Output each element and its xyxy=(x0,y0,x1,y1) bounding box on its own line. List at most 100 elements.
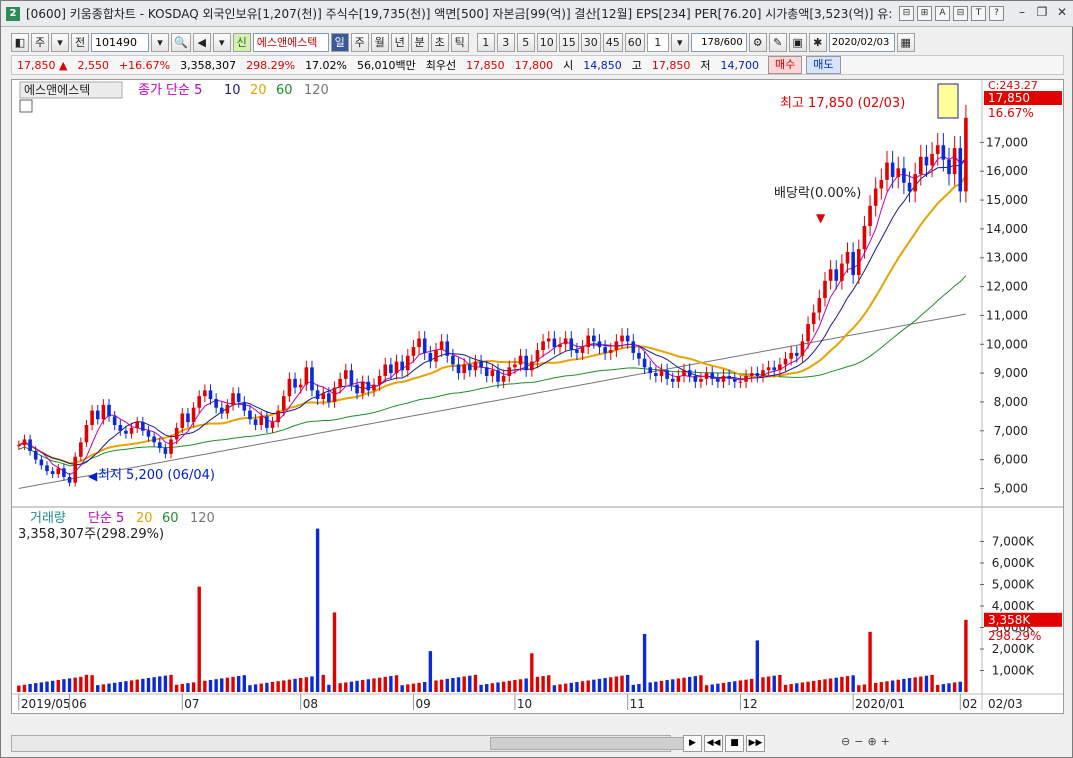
volume-bar xyxy=(366,679,371,692)
volume-bar xyxy=(547,675,551,692)
indicator-icon[interactable]: ⚙ xyxy=(748,32,767,52)
sell-button[interactable]: 매도 xyxy=(806,56,841,74)
volume-bar xyxy=(597,678,602,692)
period-year-tab[interactable]: 년 xyxy=(390,32,409,52)
volume-bar xyxy=(659,680,664,692)
interval-45[interactable]: 45 xyxy=(602,32,623,52)
settings-icon[interactable]: ✱ xyxy=(808,32,827,52)
candle-body xyxy=(896,168,901,177)
volume-bar xyxy=(225,677,230,692)
scroll-thumb[interactable] xyxy=(490,737,690,750)
period-day-tab[interactable]: 일 xyxy=(330,32,349,52)
volume-bar xyxy=(648,682,652,692)
interval-15[interactable]: 15 xyxy=(558,32,579,52)
volume-bar xyxy=(563,683,568,692)
volume-bar xyxy=(896,679,900,692)
volume-bar xyxy=(56,679,60,692)
panel-icon[interactable]: ⊟ xyxy=(953,6,968,21)
volume-bar xyxy=(327,684,331,692)
candle-body xyxy=(789,352,793,359)
volume-bar xyxy=(800,682,805,692)
buy-button[interactable]: 매수 xyxy=(768,56,803,74)
volume-bar xyxy=(468,675,472,692)
layout-icon[interactable]: ⊟ xyxy=(899,6,914,21)
price-tick-label: 6,000 xyxy=(994,453,1028,467)
close-button[interactable]: ✕ xyxy=(1054,5,1070,21)
current-box xyxy=(937,83,959,119)
play-icon[interactable]: ▶ xyxy=(683,735,702,752)
chart-canvas[interactable]: 17,000 16,000 15,000 14,000 13,000 12,000 11,0… xyxy=(12,79,1063,713)
date-input[interactable]: 2020/02/03 xyxy=(828,32,895,52)
period-second-tab[interactable]: 초 xyxy=(430,32,449,52)
interval-60[interactable]: 60 xyxy=(624,32,645,52)
volume-bar xyxy=(552,685,557,692)
volume-bar xyxy=(625,674,630,692)
volume-legend-item: 20 xyxy=(136,511,153,526)
draw-icon[interactable]: ✎ xyxy=(768,32,787,52)
price-change: 2,550 xyxy=(77,58,109,72)
prev-button[interactable]: 전 xyxy=(71,32,89,52)
zoom-in-icon[interactable]: ⊕ xyxy=(867,735,876,748)
candle-body xyxy=(682,370,686,376)
candle-body xyxy=(39,459,44,466)
calendar-icon[interactable]: ▦ xyxy=(896,32,915,52)
code-dropdown-icon[interactable]: ▾ xyxy=(151,32,169,52)
candle-body xyxy=(338,378,342,388)
search-icon[interactable]: 🔍 xyxy=(171,32,191,52)
ma-legend-item: 10 xyxy=(224,83,241,98)
interval-1[interactable]: 1 xyxy=(476,32,495,52)
candle-body xyxy=(620,335,624,342)
interval-10[interactable]: 10 xyxy=(536,32,557,52)
chart-scrollbar[interactable] xyxy=(11,735,690,752)
plus-icon[interactable]: + xyxy=(881,735,890,748)
forward-icon[interactable]: ▶▶ xyxy=(746,735,765,752)
interval-3[interactable]: 3 xyxy=(496,32,515,52)
volume-bar xyxy=(513,680,517,692)
minus-icon[interactable]: − xyxy=(854,735,863,748)
sound-icon[interactable]: ◀ xyxy=(192,32,211,52)
zoom-out-icon[interactable]: ⊖ xyxy=(841,735,850,748)
maximize-button[interactable]: ❐ xyxy=(1034,5,1050,21)
volume-bar xyxy=(242,675,247,692)
market-mode-select[interactable]: 주 xyxy=(31,32,49,52)
candle-body xyxy=(569,338,574,351)
period-month-tab[interactable]: 월 xyxy=(370,32,389,52)
candle-body xyxy=(389,364,393,374)
candle-body xyxy=(840,263,844,281)
stock-code-input[interactable]: 101490 xyxy=(91,32,149,52)
price-tick-label: 14,000 xyxy=(986,222,1028,236)
grid-icon[interactable]: ⊞ xyxy=(917,6,932,21)
interval-30[interactable]: 30 xyxy=(580,32,601,52)
sound-dropdown-icon[interactable]: ▾ xyxy=(212,32,231,52)
candle-body xyxy=(33,450,38,460)
data-count-input[interactable]: 178/600 xyxy=(690,32,747,52)
price-tick-label: 7,000 xyxy=(994,424,1028,438)
ma120-line xyxy=(18,313,966,489)
stop-icon[interactable]: ■ xyxy=(725,735,744,752)
quote-bar: 17,850 ▲ 2,550 +16.67% 3,358,307 298.29%… xyxy=(11,55,1064,75)
candle-body xyxy=(637,352,641,359)
interval-dropdown-icon[interactable]: ▾ xyxy=(670,32,689,52)
help-icon[interactable]: ? xyxy=(989,6,1004,21)
volume-bar xyxy=(146,678,151,692)
chart-toolbar: ◧ 주 ▾ 전 101490 ▾ 🔍 ◀ ▾ 신 에스앤에스텍 일 주 월 년 … xyxy=(11,32,915,52)
period-week-tab[interactable]: 주 xyxy=(350,32,369,52)
interval-select[interactable]: 1 xyxy=(646,32,669,52)
low-price: 14,700 xyxy=(720,58,760,72)
layout-button[interactable]: ◧ xyxy=(11,32,29,52)
mode-dropdown-icon[interactable]: ▾ xyxy=(51,32,69,52)
volume-bar xyxy=(580,681,585,692)
period-tick-tab[interactable]: 틱 xyxy=(450,32,469,52)
minimize-button[interactable]: – xyxy=(1014,5,1030,21)
interval-5[interactable]: 5 xyxy=(516,32,535,52)
font-icon[interactable]: A xyxy=(935,6,950,21)
save-icon[interactable]: ▣ xyxy=(788,32,807,52)
nav-buttons: ▶ ◀◀ ■ ▶▶ xyxy=(683,735,765,752)
rewind-icon[interactable]: ◀◀ xyxy=(704,735,723,752)
period-minute-tab[interactable]: 분 xyxy=(410,32,429,52)
date-label: 02 xyxy=(962,697,977,711)
candle-body xyxy=(749,373,754,376)
chart-area[interactable]: 17,000 16,000 15,000 14,000 13,000 12,000 11,0… xyxy=(11,79,1064,714)
text-icon[interactable]: T xyxy=(971,6,986,21)
candle-body xyxy=(445,341,450,356)
